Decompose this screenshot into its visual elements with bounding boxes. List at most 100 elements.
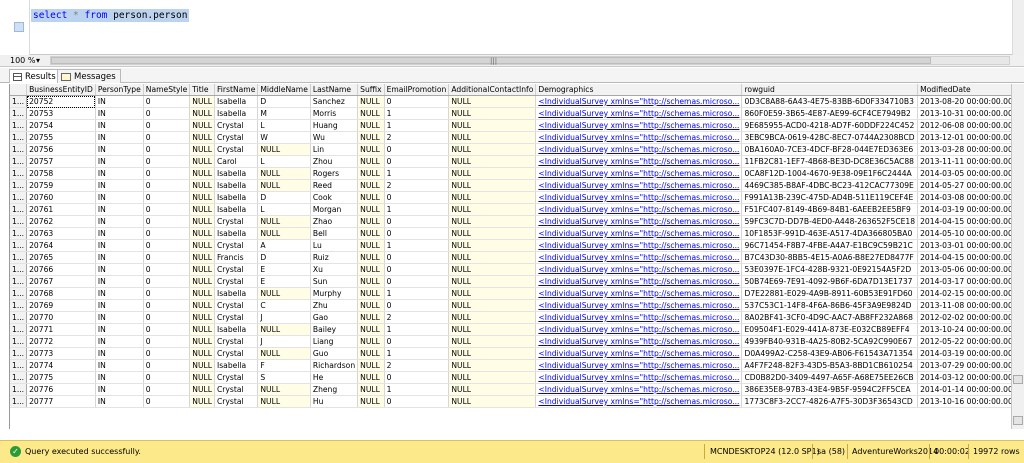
column-header[interactable]: NameStyle [143,84,191,96]
grid-cell[interactable]: 2012-02-02 00:00:00.000 [917,311,1011,324]
row-header[interactable]: 1... [10,287,28,300]
grid-cell[interactable]: 20764 [26,239,96,252]
grid-cell[interactable]: NULL [448,251,537,264]
column-header[interactable]: ModifiedDate [917,84,1011,96]
grid-cell[interactable]: NULL [189,239,215,252]
tab-results[interactable]: Results [9,69,61,83]
grid-cell[interactable]: IN [95,239,144,252]
table-row[interactable]: 1... 20763 IN 0 NULL Isabella NULL Bell NULL 0 NUL… [10,227,1011,240]
grid-cell[interactable]: NULL [189,347,215,360]
grid-cell[interactable]: J [257,335,311,348]
grid-cell[interactable]: NULL [189,95,215,108]
grid-cell[interactable]: Crystal [214,215,259,228]
grid-cell[interactable]: Isabella [214,167,259,180]
grid-cell[interactable]: 0 [384,395,450,408]
xml-link-cell[interactable]: <IndividualSurvey xmlns="http://schemas.… [535,311,743,324]
table-row[interactable]: 1... 20753 IN 0 NULL Isabella M Morris NULL 1 NULL… [10,107,1011,120]
xml-link-cell[interactable]: <IndividualSurvey xmlns="http://schemas.… [535,167,743,180]
xml-link-cell[interactable]: <IndividualSurvey xmlns="http://schemas.… [535,275,743,288]
grid-cell[interactable]: NULL [257,167,311,180]
table-row[interactable]: 1... 20756 IN 0 NULL Crystal NULL Lin NULL 0 NULL <… [10,143,1011,156]
grid-cell[interactable]: NULL [189,107,215,120]
grid-cell[interactable]: NULL [448,191,537,204]
grid-cell[interactable]: 0 [384,251,450,264]
table-row[interactable]: 1... 20758 IN 0 NULL Isabella NULL Rogers NULL 1 N… [10,167,1011,180]
grid-cell[interactable]: NULL [189,179,215,192]
grid-cell[interactable]: NULL [357,275,385,288]
xml-link-cell[interactable]: <IndividualSurvey xmlns="http://schemas.… [535,155,743,168]
table-row[interactable]: 1... 20760 IN 0 NULL Isabella D Cook NULL 0 NULL <I… [10,191,1011,204]
grid-cell[interactable]: NULL [448,119,537,132]
grid-cell[interactable]: NULL [357,287,385,300]
table-row[interactable]: 1... 20772 IN 0 NULL Crystal J Liang NULL 0 NULL <I… [10,335,1011,348]
column-header[interactable]: Title [189,84,215,96]
grid-cell[interactable]: NULL [448,107,537,120]
table-row[interactable]: 1... 20776 IN 0 NULL Crystal NULL Zheng NULL 1 NUL… [10,383,1011,396]
grid-cell[interactable]: Zhao [310,215,359,228]
grid-cell[interactable]: Zheng [310,383,359,396]
grid-cell[interactable]: W [257,131,311,144]
results-grid[interactable]: BusinessEntityID PersonType NameStyle Title… [9,84,1011,429]
grid-cell[interactable]: Isabella [214,287,259,300]
scroll-up-icon[interactable] [1013,375,1023,384]
grid-cell[interactable]: NULL [357,335,385,348]
grid-cell[interactable]: NULL [357,371,385,384]
grid-cell[interactable]: 20772 [26,335,96,348]
grid-cell[interactable]: 20777 [26,395,96,408]
grid-cell[interactable]: Rogers [310,167,359,180]
grid-cell[interactable]: IN [95,191,144,204]
row-header[interactable]: 1... [10,143,28,156]
grid-cell[interactable]: NULL [448,323,537,336]
grid-cell[interactable]: 2014-03-17 00:00:00.000 [917,275,1011,288]
table-row[interactable]: 1... 20777 IN 0 NULL Crystal NULL Hu NULL 0 NULL <I… [10,395,1011,408]
xml-link-cell[interactable]: <IndividualSurvey xmlns="http://schemas.… [535,395,743,408]
grid-cell[interactable]: NULL [357,203,385,216]
table-row[interactable]: 1... 20775 IN 0 NULL Crystal S He NULL 0 NULL <Indi… [10,371,1011,384]
grid-cell[interactable]: NULL [189,299,215,312]
grid-cell[interactable]: IN [95,143,144,156]
grid-cell[interactable]: NULL [257,323,311,336]
grid-cell[interactable]: NULL [448,215,537,228]
xml-link-cell[interactable]: <IndividualSurvey xmlns="http://schemas.… [535,335,743,348]
grid-cell[interactable]: 2012-05-22 00:00:00.000 [917,335,1011,348]
grid-cell[interactable]: NULL [357,311,385,324]
grid-cell[interactable]: Isabella [214,179,259,192]
grid-cell[interactable]: Murphy [310,287,359,300]
grid-cell[interactable]: 0 [143,167,191,180]
grid-cell[interactable]: Lu [310,239,359,252]
grid-cell[interactable]: 20775 [26,371,96,384]
xml-link-cell[interactable]: <IndividualSurvey xmlns="http://schemas.… [535,179,743,192]
grid-cell[interactable]: 20755 [26,131,96,144]
table-row[interactable]: 1... 20754 IN 0 NULL Crystal L Huang NULL 1 NULL <I… [10,119,1011,132]
grid-cell[interactable]: 1 [384,107,450,120]
grid-cell[interactable]: 2 [384,359,450,372]
grid-cell[interactable]: 0 [143,275,191,288]
grid-cell[interactable]: 50B74E69-7E91-4092-9B6F-6DA7D13E1737 [741,275,919,288]
grid-cell[interactable]: 2013-10-31 00:00:00.000 [917,107,1011,120]
row-header[interactable]: 1... [10,131,28,144]
grid-cell[interactable]: 0 [384,335,450,348]
table-row[interactable]: 1... 20771 IN 0 NULL Isabella NULL Bailey NULL 1 N… [10,323,1011,336]
grid-cell[interactable]: 0 [143,359,191,372]
grid-cell[interactable]: 20773 [26,347,96,360]
table-row[interactable]: 1... 20767 IN 0 NULL Crystal E Sun NULL 0 NULL <Ind… [10,275,1011,288]
grid-cell[interactable]: L [257,119,311,132]
grid-cell[interactable]: IN [95,347,144,360]
grid-cell[interactable]: NULL [448,155,537,168]
scrollbar-thumb[interactable]: ||| [51,57,931,65]
grid-cell[interactable]: NULL [357,251,385,264]
grid-cell[interactable]: F51FC407-8149-4B69-84B1-6AEEB2EE5BF9 [741,203,919,216]
grid-cell[interactable]: IN [95,371,144,384]
grid-cell[interactable]: IN [95,323,144,336]
row-header[interactable]: 1... [10,311,28,324]
grid-cell[interactable]: Guo [310,347,359,360]
grid-cell[interactable]: 2013-05-06 00:00:00.000 [917,263,1011,276]
grid-cell[interactable]: M [257,107,311,120]
grid-cell[interactable]: E09504F1-E029-441A-873E-E032CB89EFF4 [741,323,919,336]
xml-link-cell[interactable]: <IndividualSurvey xmlns="http://schemas.… [535,227,743,240]
column-header[interactable]: BusinessEntityID [26,84,96,96]
grid-cell[interactable]: NULL [448,239,537,252]
grid-cell[interactable]: NULL [189,203,215,216]
grid-cell[interactable]: IN [95,227,144,240]
xml-link-cell[interactable]: <IndividualSurvey xmlns="http://schemas.… [535,143,743,156]
